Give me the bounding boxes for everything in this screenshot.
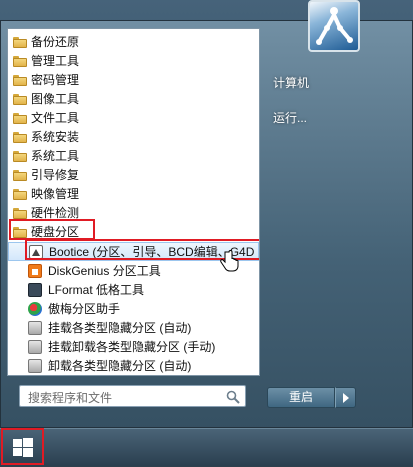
folder-icon bbox=[13, 36, 27, 48]
program-folder-item[interactable]: 图像工具 bbox=[8, 90, 259, 109]
program-app-item[interactable]: 挂载卸载各类型隐藏分区 (手动) bbox=[8, 338, 259, 357]
search-input[interactable]: 搜索程序和文件 bbox=[19, 385, 246, 407]
program-label: 引导修复 bbox=[31, 168, 80, 182]
user-picture-icon bbox=[316, 7, 353, 45]
folder-icon bbox=[13, 150, 27, 162]
program-label: 硬件检测 bbox=[31, 206, 80, 220]
search-placeholder: 搜索程序和文件 bbox=[28, 391, 113, 405]
program-folder-item[interactable]: 映像管理 bbox=[8, 185, 259, 204]
folder-icon bbox=[13, 112, 27, 124]
program-folder-item[interactable]: 系统工具 bbox=[8, 147, 259, 166]
folder-icon bbox=[13, 226, 27, 238]
chevron-right-icon bbox=[343, 393, 349, 403]
program-folder-item[interactable]: 文件工具 bbox=[8, 109, 259, 128]
program-label: 密码管理 bbox=[31, 73, 80, 87]
bootice-icon bbox=[29, 245, 43, 259]
program-app-item[interactable]: 傲梅分区助手 bbox=[8, 300, 259, 319]
program-label: LFormat 低格工具 bbox=[48, 283, 145, 297]
program-label: 图像工具 bbox=[31, 92, 80, 106]
program-label: 硬盘分区 bbox=[31, 225, 80, 239]
program-label: 文件工具 bbox=[31, 111, 80, 125]
user-picture-tile[interactable] bbox=[308, 0, 360, 52]
diskgenius-icon bbox=[28, 264, 42, 278]
all-programs-list: 备份还原管理工具密码管理图像工具文件工具系统安装系统工具引导修复映像管理硬件检测… bbox=[7, 28, 260, 376]
start-button[interactable] bbox=[4, 432, 41, 464]
program-label: 系统安装 bbox=[31, 130, 80, 144]
program-folder-item[interactable]: 密码管理 bbox=[8, 71, 259, 90]
program-app-item[interactable]: LFormat 低格工具 bbox=[8, 281, 259, 300]
program-folder-item[interactable]: 管理工具 bbox=[8, 52, 259, 71]
program-folder-item[interactable]: 硬件检测 bbox=[8, 204, 259, 223]
program-label: 卸载各类型隐藏分区 (自动) bbox=[48, 359, 192, 373]
folder-icon bbox=[13, 207, 27, 219]
program-label: 系统工具 bbox=[31, 149, 80, 163]
program-label: 挂载卸载各类型隐藏分区 (手动) bbox=[48, 340, 216, 354]
drive-icon bbox=[28, 340, 42, 354]
taskbar bbox=[0, 428, 413, 466]
windows-logo-icon bbox=[13, 438, 33, 457]
program-app-item[interactable]: 挂载各类型隐藏分区 (自动) bbox=[8, 319, 259, 338]
folder-icon bbox=[13, 55, 27, 67]
program-folder-item[interactable]: 引导修复 bbox=[8, 166, 259, 185]
drive-icon bbox=[28, 321, 42, 335]
drive-icon bbox=[28, 359, 42, 373]
folder-icon bbox=[13, 93, 27, 105]
program-folder-item[interactable]: 系统安装 bbox=[8, 128, 259, 147]
folder-icon bbox=[13, 131, 27, 143]
program-label: 映像管理 bbox=[31, 187, 80, 201]
search-area: 搜索程序和文件 bbox=[7, 376, 260, 420]
shutdown-options-button[interactable] bbox=[335, 387, 356, 408]
program-folder-item[interactable]: 硬盘分区 bbox=[8, 223, 259, 242]
folder-icon bbox=[13, 169, 27, 181]
lformat-icon bbox=[28, 283, 42, 297]
search-icon bbox=[226, 390, 240, 404]
restart-button[interactable]: 重启 bbox=[267, 387, 335, 408]
program-label: 挂载各类型隐藏分区 (自动) bbox=[48, 321, 192, 335]
program-app-item[interactable]: 卸载各类型隐藏分区 (自动) bbox=[8, 357, 259, 375]
folder-icon bbox=[13, 74, 27, 86]
hand-cursor-icon bbox=[220, 250, 239, 272]
program-label: 备份还原 bbox=[31, 35, 80, 49]
run-link[interactable]: 运行... bbox=[273, 109, 307, 126]
program-label: 傲梅分区助手 bbox=[48, 302, 121, 316]
folder-icon bbox=[13, 188, 27, 200]
program-label: 管理工具 bbox=[31, 54, 80, 68]
aomei-icon bbox=[28, 302, 42, 316]
program-folder-item[interactable]: 备份还原 bbox=[8, 33, 259, 52]
computer-link[interactable]: 计算机 bbox=[273, 74, 309, 91]
program-label: DiskGenius 分区工具 bbox=[48, 264, 161, 278]
